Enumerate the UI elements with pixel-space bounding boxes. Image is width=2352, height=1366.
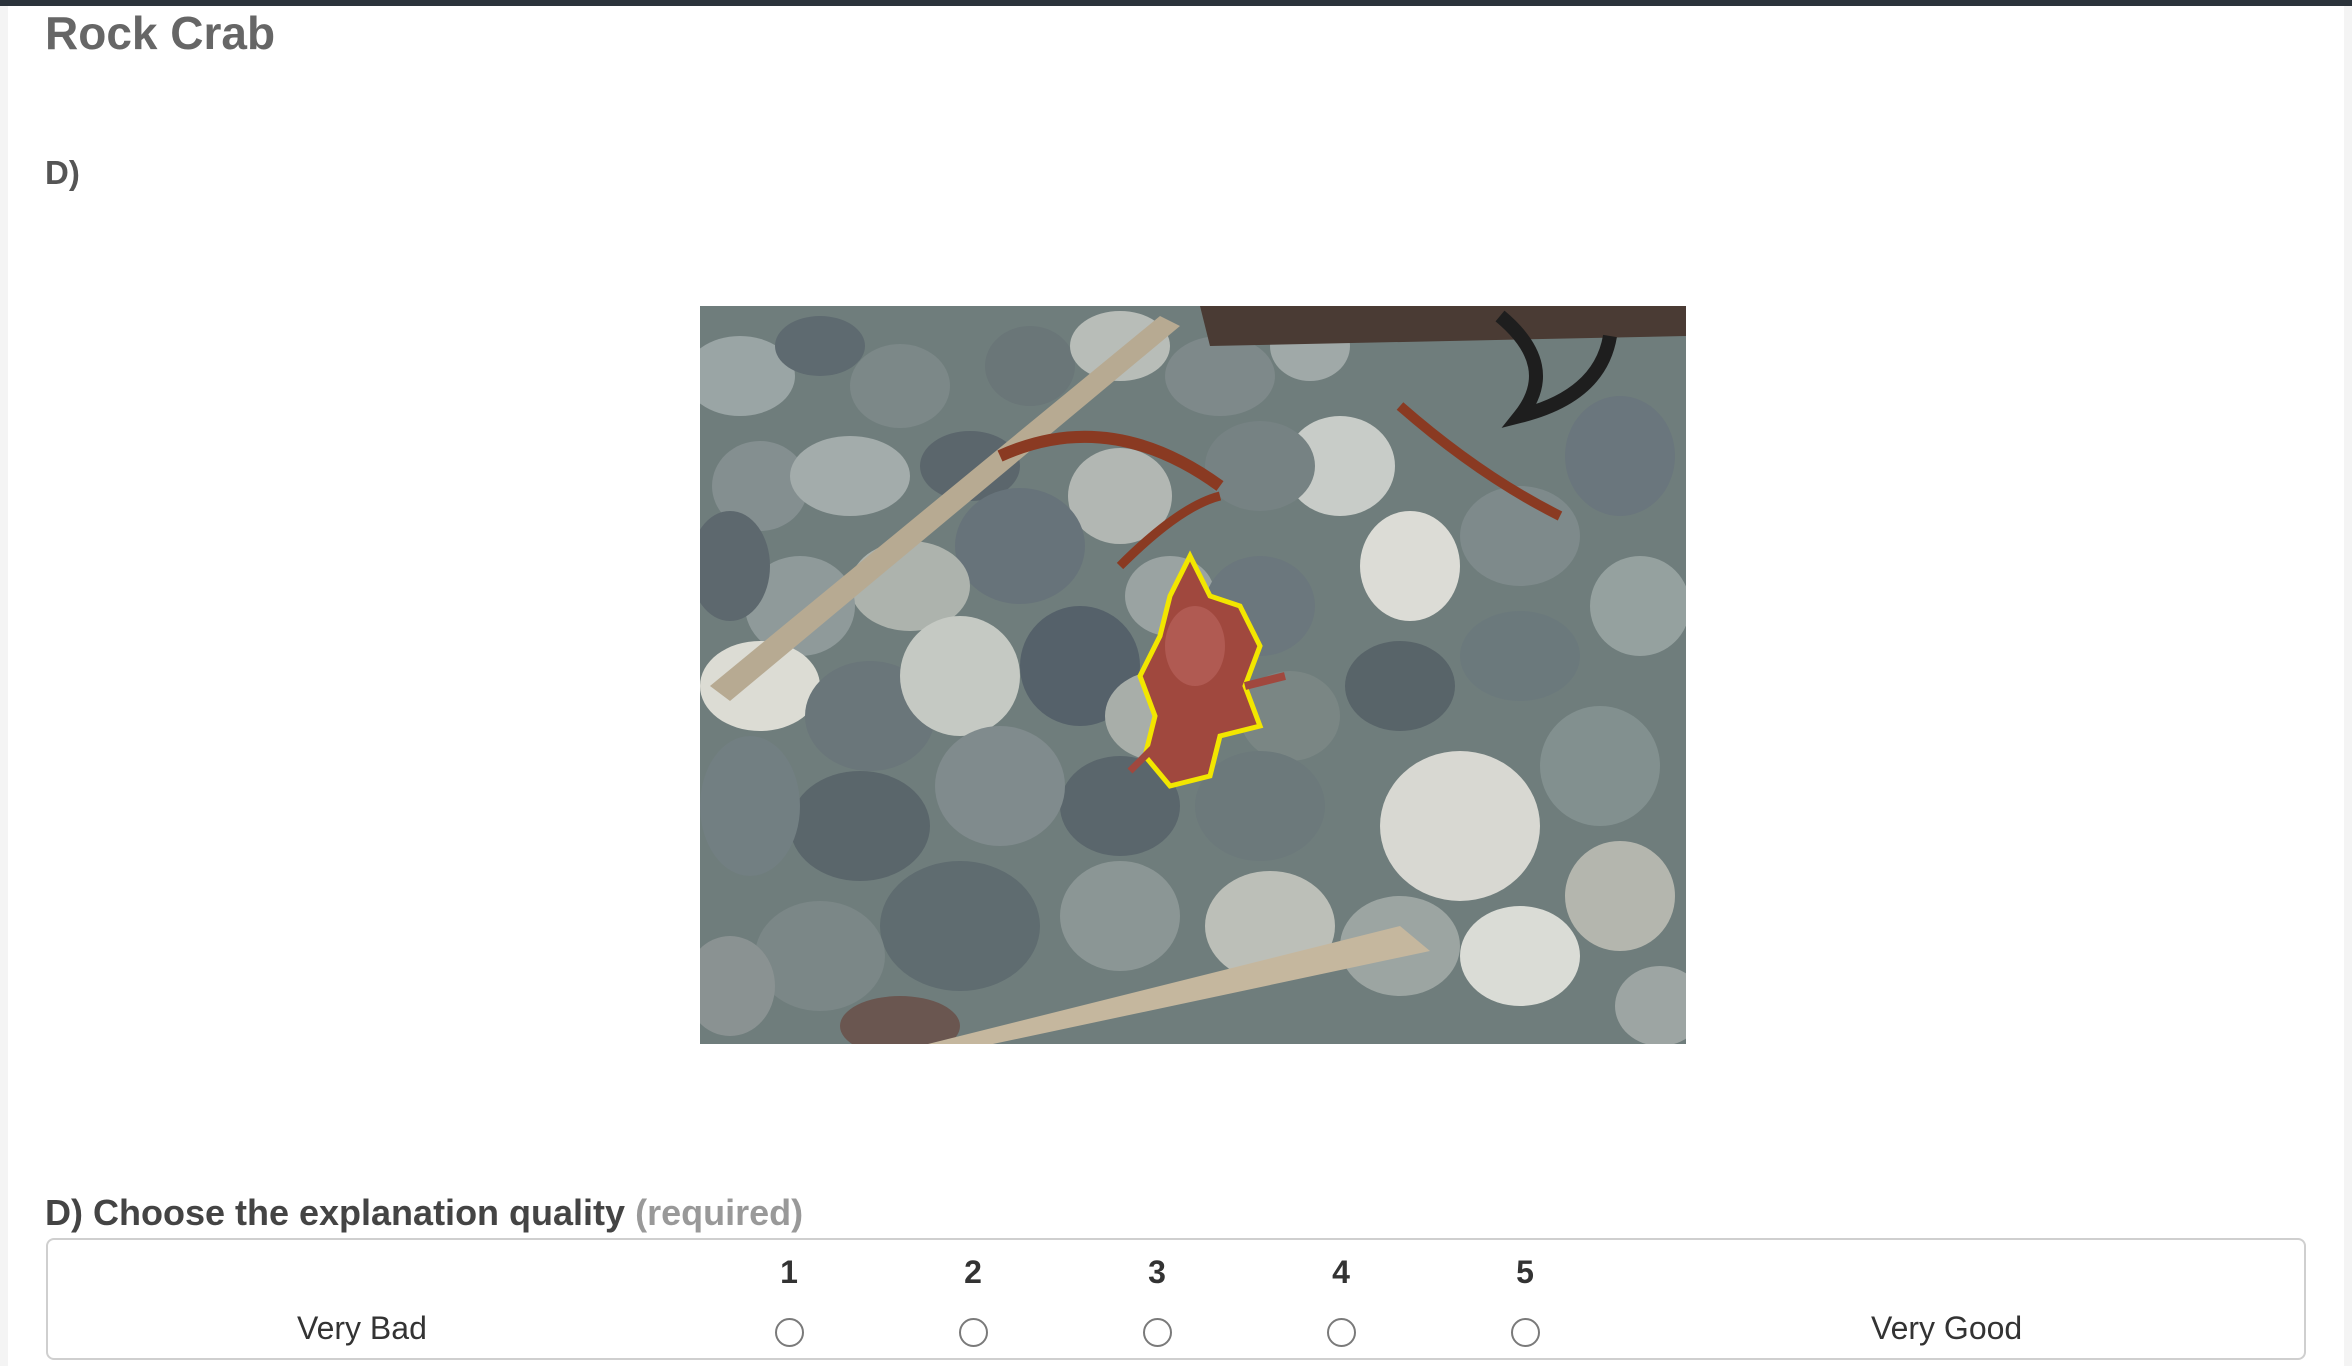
rating-option-number: 2 xyxy=(964,1254,982,1290)
rating-radio-1[interactable] xyxy=(775,1318,804,1347)
rating-question-text: D) Choose the explanation quality xyxy=(45,1192,626,1233)
scale-low-label: Very Bad xyxy=(297,1310,427,1346)
scale-high-label: Very Good xyxy=(1871,1310,2023,1346)
rating-radio-4[interactable] xyxy=(1327,1318,1356,1347)
rating-question: D) Choose the explanation quality (requi… xyxy=(45,1192,803,1234)
rock-crab-photo xyxy=(700,306,1686,1044)
survey-page: Rock Crab D) D) Choose the explanation q… xyxy=(8,6,2344,1366)
rating-radio-2[interactable] xyxy=(959,1318,988,1347)
rating-option-number: 1 xyxy=(780,1254,798,1290)
rating-option-number: 5 xyxy=(1516,1254,1534,1290)
explanation-image xyxy=(700,306,1686,1044)
rating-radio-3[interactable] xyxy=(1143,1318,1172,1347)
rating-radio-5[interactable] xyxy=(1511,1318,1540,1347)
rating-scale: Very Bad 1 2 3 4 5 Very Good xyxy=(46,1238,2306,1360)
required-tag: (required) xyxy=(635,1192,804,1233)
image-question-label: D) xyxy=(45,154,80,191)
page-title: Rock Crab xyxy=(45,7,276,59)
rating-option-number: 4 xyxy=(1332,1254,1350,1290)
rating-option-number: 3 xyxy=(1148,1254,1166,1290)
